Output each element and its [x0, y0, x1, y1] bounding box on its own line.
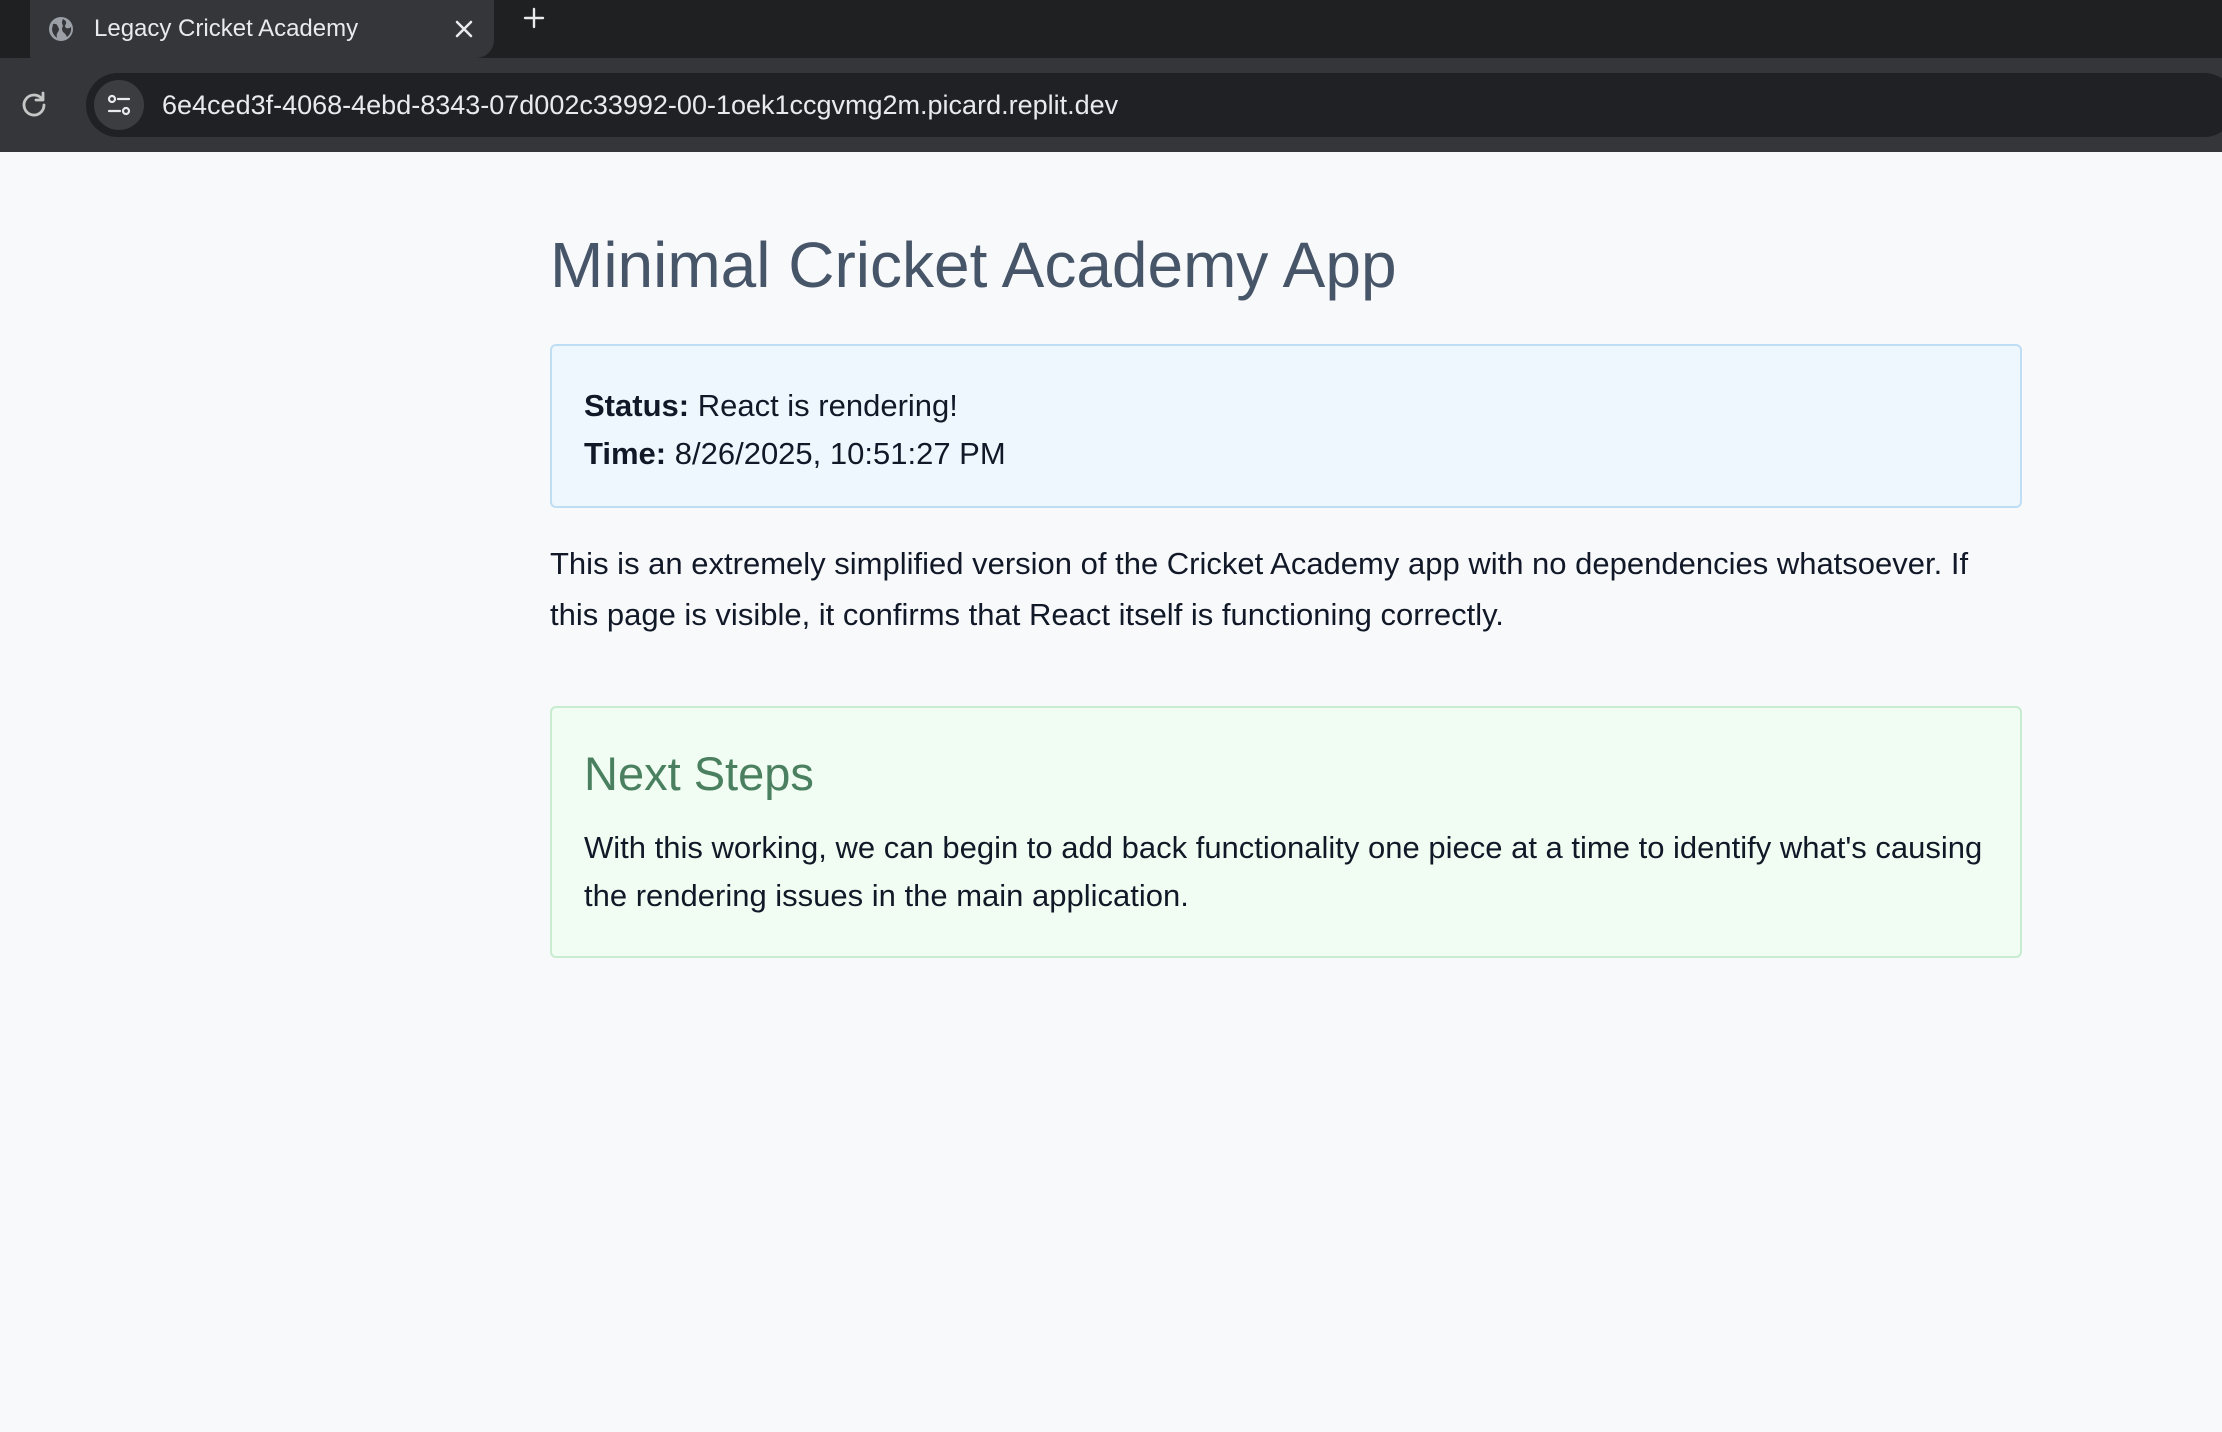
time-label: Time:	[584, 436, 667, 471]
next-steps-title: Next Steps	[584, 747, 814, 800]
description-text: This is an extremely simplified version …	[550, 546, 1969, 632]
close-icon[interactable]	[446, 11, 482, 47]
browser-tab[interactable]: Legacy Cricket Academy	[30, 0, 494, 58]
tab-bar-spacer	[0, 0, 30, 58]
status-value: React is rendering!	[697, 388, 958, 423]
next-steps-text: With this working, we can begin to add b…	[584, 830, 1983, 913]
page-title: Minimal Cricket Academy App	[550, 229, 1397, 301]
tune-icon[interactable]	[94, 80, 144, 130]
tab-bar: Legacy Cricket Academy	[0, 0, 2222, 58]
url-text: 6e4ced3f-4068-4ebd-8343-07d002c33992-00-…	[162, 89, 1119, 120]
time-value: 8/26/2025, 10:51:27 PM	[674, 436, 1006, 471]
page-content: Minimal Cricket Academy App Status: Reac…	[0, 152, 2222, 1432]
reload-icon[interactable]	[14, 84, 54, 124]
globe-icon	[46, 14, 76, 44]
time-line: Time: 8/26/2025, 10:51:27 PM	[584, 430, 1988, 478]
tab-title: Legacy Cricket Academy	[94, 15, 359, 42]
browser-toolbar: 6e4ced3f-4068-4ebd-8343-07d002c33992-00-…	[0, 58, 2222, 152]
next-steps-box: Next Steps With this working, we can beg…	[550, 706, 2022, 958]
status-line: Status: React is rendering!	[584, 382, 1988, 430]
status-label: Status:	[584, 388, 690, 423]
address-bar[interactable]: 6e4ced3f-4068-4ebd-8343-07d002c33992-00-…	[86, 73, 2222, 137]
status-box: Status: React is rendering! Time: 8/26/2…	[550, 344, 2022, 508]
plus-icon[interactable]	[516, 0, 552, 36]
